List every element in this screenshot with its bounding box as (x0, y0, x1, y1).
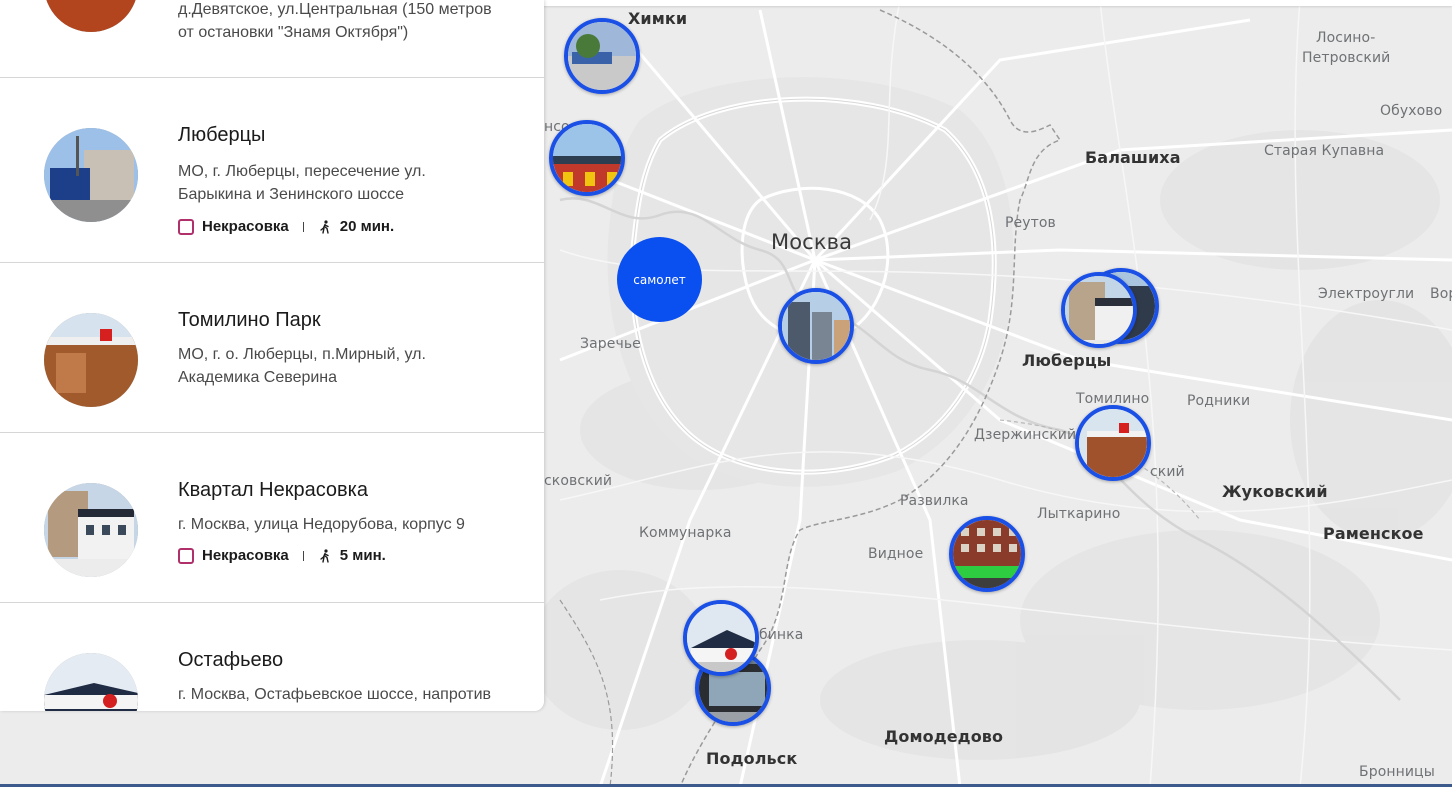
metro-station-name: Некрасовка (202, 547, 289, 564)
metro-station-icon (178, 218, 194, 235)
place-label: Петровский (1302, 50, 1391, 66)
map-marker-photo[interactable] (549, 120, 625, 196)
place-label: Заречье (580, 336, 641, 352)
place-label: Реутов (1005, 215, 1056, 231)
address-line: Барыкина и Зенинского шоссе (178, 186, 405, 203)
address-line: МО, г. о. Люберцы, п.Мирный, ул. (178, 346, 426, 363)
place-label: Развилка (900, 493, 969, 509)
divider (302, 550, 304, 561)
place-label: сковский (544, 473, 613, 489)
map-marker-photo[interactable] (683, 600, 759, 676)
address-line: от остановки "Знамя Октября") (178, 24, 409, 41)
marker-photo-image (1065, 276, 1133, 344)
metro-station-name: Некрасовка (202, 218, 289, 235)
property-thumbnail (44, 483, 138, 577)
property-thumbnail (44, 313, 138, 407)
marker-photo-image (1079, 409, 1147, 477)
marker-photo-image (553, 124, 621, 192)
place-label: Балашиха (1085, 148, 1181, 167)
place-label: Видное (868, 546, 924, 562)
marker-photo-image (568, 22, 636, 90)
marker-photo-image (782, 292, 850, 360)
place-label: Родники (1187, 393, 1251, 409)
property-address: г. Москва, улица Недорубова, корпус 9 (178, 513, 518, 536)
place-label: Раменское (1323, 524, 1424, 543)
address-line: д.Девятское, ул.Центральная (150 метров (178, 1, 492, 18)
map-marker-photo[interactable] (564, 18, 640, 94)
address-line: г. Москва, улица Недорубова, корпус 9 (178, 516, 465, 533)
marker-photo-image (953, 520, 1021, 588)
property-thumbnail (44, 0, 138, 32)
place-label: Старая Купавна (1264, 143, 1385, 159)
map-marker-photo[interactable] (778, 288, 854, 364)
place-label: ский (1150, 464, 1185, 480)
walk-time: 20 мин. (339, 218, 395, 235)
thumbnail-image (44, 313, 138, 407)
place-label: Химки (628, 9, 688, 28)
place-label: Электроугли (1318, 286, 1415, 302)
address-line: Академика Северина (178, 369, 338, 386)
map-marker-photo[interactable] (1075, 405, 1151, 481)
place-label: Люберцы (1022, 351, 1112, 370)
map-cluster-marker[interactable]: самолет (617, 237, 702, 322)
place-label: Лосино- (1316, 30, 1376, 46)
property-address: д.Девятское, ул.Центральная (150 метров … (178, 0, 518, 44)
thumbnail-image (44, 0, 138, 32)
walking-person-icon (320, 548, 329, 563)
place-label: бинка (759, 627, 804, 643)
property-address: МО, г. о. Люберцы, п.Мирный, ул. Академи… (178, 343, 518, 389)
property-thumbnail (44, 128, 138, 222)
place-label: Бронницы (1359, 764, 1435, 780)
thumbnail-image (44, 483, 138, 577)
property-address: г. Москва, Остафьевское шоссе, напротив (178, 683, 518, 706)
address-line: г. Москва, Остафьевское шоссе, напротив (178, 686, 492, 703)
map-marker-photo[interactable] (1061, 272, 1137, 348)
divider (302, 221, 304, 232)
place-label: Москва (771, 230, 853, 254)
place-label: Подольск (706, 749, 798, 768)
place-label: Вор (1430, 286, 1452, 302)
property-card[interactable]: Люберцы МО, г. Люберцы, пересечение ул. … (0, 78, 544, 263)
map-marker-photo[interactable] (949, 516, 1025, 592)
place-label: Дзержинский (974, 427, 1077, 443)
address-line: МО, г. Люберцы, пересечение ул. (178, 163, 426, 180)
place-label: Коммунарка (639, 525, 732, 541)
walking-person-icon (320, 219, 329, 234)
property-card[interactable]: Остафьево г. Москва, Остафьевское шоссе,… (0, 603, 544, 711)
property-thumbnail (44, 653, 138, 711)
place-label: Жуковский (1222, 482, 1328, 501)
property-title: Квартал Некрасовка (178, 479, 368, 501)
walk-time: 5 мин. (339, 547, 386, 564)
marker-photo-image (687, 604, 755, 672)
cluster-label: самолет (633, 272, 686, 287)
property-title: Томилино Парк (178, 309, 321, 331)
property-card[interactable]: Томилино Парк МО, г. о. Люберцы, п.Мирны… (0, 263, 544, 433)
place-label: Лыткарино (1037, 506, 1121, 522)
metro-info: Некрасовка 20 мин. (178, 218, 394, 235)
place-label: Обухово (1380, 103, 1443, 119)
property-title: Остафьево (178, 649, 284, 671)
metro-info: Некрасовка 5 мин. (178, 547, 386, 564)
thumbnail-image (44, 653, 138, 711)
property-list-panel[interactable]: д.Девятское, ул.Центральная (150 метров … (0, 0, 544, 711)
property-address: МО, г. Люберцы, пересечение ул. Барыкина… (178, 160, 518, 206)
property-card[interactable]: д.Девятское, ул.Центральная (150 метров … (0, 0, 544, 78)
place-label: Домодедово (884, 727, 1004, 746)
property-card[interactable]: Квартал Некрасовка г. Москва, улица Недо… (0, 433, 544, 603)
metro-station-icon (178, 547, 194, 564)
thumbnail-image (44, 128, 138, 222)
property-title: Люберцы (178, 124, 266, 146)
